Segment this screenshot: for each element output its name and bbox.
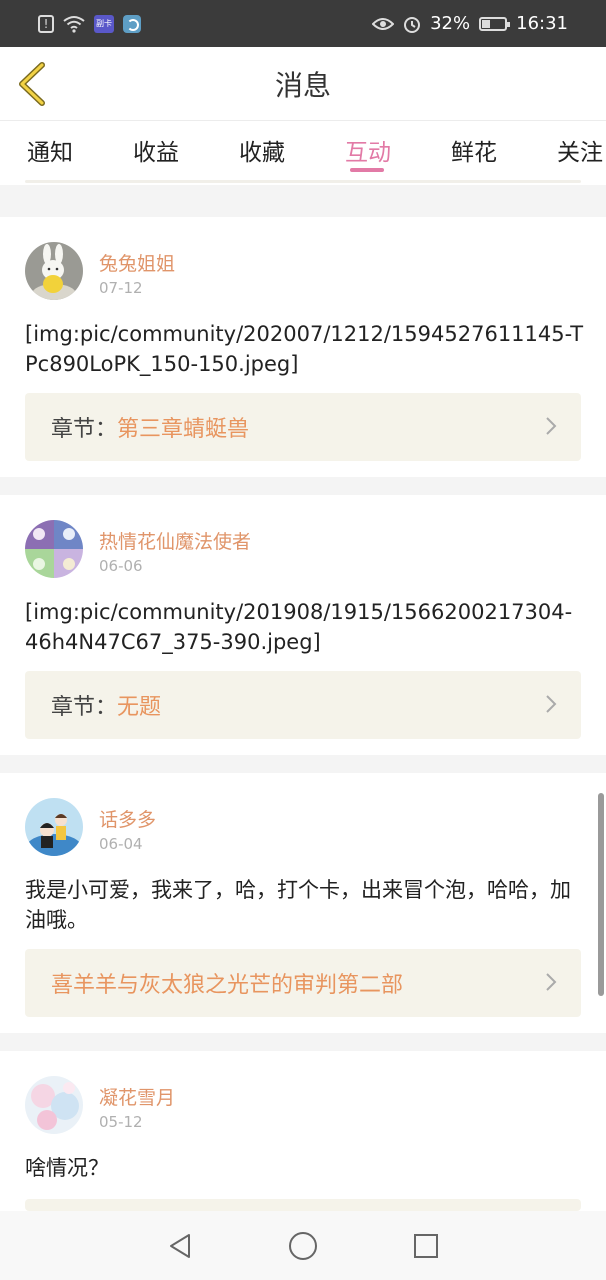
message-content: [img:pic/community/202007/1212/159452761… [25,322,584,376]
chapter-link[interactable]: 章节： 第三章蜻蜓兽 [25,393,581,461]
chevron-right-icon [546,417,557,435]
status-bar: ! 副卡 32% 16:31 [0,0,606,47]
tab-favorites[interactable]: 收藏 [236,121,288,185]
recents-square-icon[interactable] [413,1233,439,1259]
sim-alert-icon: ! [38,14,54,33]
back-triangle-icon[interactable] [167,1232,193,1260]
app-header: 消息 [0,47,606,121]
avatar[interactable] [25,1076,83,1134]
tab-divider [25,180,581,183]
app-notification-icon [123,14,141,33]
tab-following[interactable]: 关注 [554,121,606,185]
message-content: 我是小可爱，我来了，哈，打个卡，出来冒个泡，哈哈，加油哦。 [25,878,571,932]
chapter-name: 喜羊羊与灰太狼之光芒的审判第二部 [51,973,404,998]
sim-card-badge: 副卡 [94,14,114,33]
page-title: 消息 [274,68,331,102]
chapter-label: 章节： [51,417,118,442]
tab-interactions[interactable]: 互动 [342,121,394,185]
message-date: 06-06 [99,557,143,575]
message-card: 兔兔姐姐 07-12 [img:pic/community/202007/121… [0,217,606,477]
message-card: 热情花仙魔法使者 06-06 [img:pic/community/201908… [0,495,606,755]
username[interactable]: 话多多 [99,805,156,832]
chapter-label: 章节： [51,695,118,720]
message-content: 啥情况？ [25,1156,109,1180]
clock-time: 16:31 [516,13,568,34]
back-arrow-icon[interactable] [14,61,54,107]
chevron-right-icon [546,973,557,991]
system-nav-bar [0,1211,606,1280]
avatar[interactable] [25,242,83,300]
message-date: 05-12 [99,1113,143,1131]
message-date: 06-04 [99,835,143,853]
message-card: 话多多 06-04 我是小可爱，我来了，哈，打个卡，出来冒个泡，哈哈，加油哦。 … [0,773,606,1033]
message-card: 凝花雪月 05-12 啥情况？ [0,1051,606,1211]
username[interactable]: 凝花雪月 [99,1083,175,1110]
battery-icon [479,16,511,31]
avatar[interactable] [25,520,83,578]
tab-bar: 通知 收益 收藏 互动 鲜花 关注 [0,121,606,185]
chapter-link[interactable]: 喜羊羊与灰太狼之光芒的审判第二部 [25,949,581,1017]
chapter-name: 无题 [117,695,162,720]
message-content: [img:pic/community/201908/1915/156620021… [25,600,573,654]
username[interactable]: 兔兔姐姐 [99,249,175,276]
username[interactable]: 热情花仙魔法使者 [99,527,251,554]
avatar[interactable] [25,798,83,856]
chapter-name: 第三章蜻蜓兽 [117,417,250,442]
battery-percent: 32% [430,13,471,34]
wifi-icon [63,15,85,33]
eye-icon [372,17,395,30]
home-circle-icon[interactable] [288,1231,318,1261]
tab-flowers[interactable]: 鲜花 [448,121,500,185]
chapter-link[interactable]: 章节： 无题 [25,671,581,739]
alarm-icon [404,16,421,33]
chevron-right-icon [546,695,557,713]
tab-earnings[interactable]: 收益 [130,121,182,185]
message-date: 07-12 [99,279,143,297]
chapter-link[interactable] [25,1199,581,1211]
scrollbar[interactable] [598,793,604,996]
tab-notifications[interactable]: 通知 [24,121,76,185]
